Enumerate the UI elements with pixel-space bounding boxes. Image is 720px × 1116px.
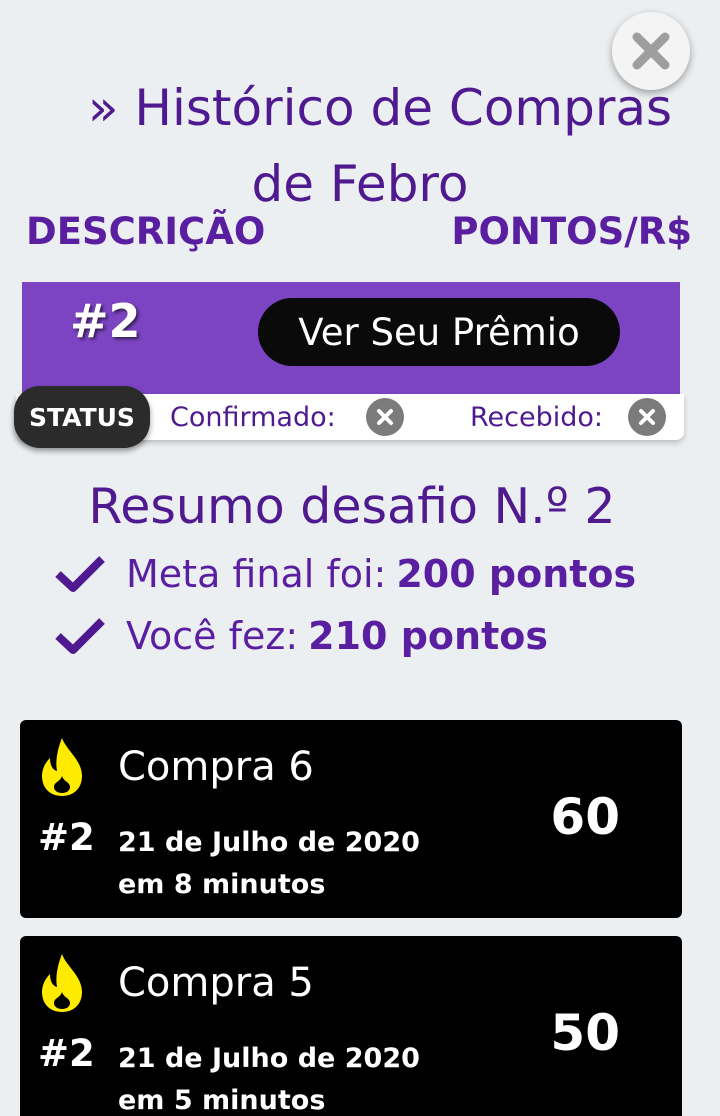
summary-done: Você fez: 210 pontos [54, 614, 548, 658]
purchase-date: 21 de Julho de 2020 em 8 minutos [118, 822, 420, 906]
confirmed-x-icon [366, 398, 404, 436]
flame-icon [42, 738, 82, 796]
page-title: » Histórico de Compras de Febro [0, 70, 720, 222]
purchase-points: 60 [550, 788, 620, 846]
purchase-time-text: em 8 minutos [118, 869, 326, 900]
done-value: 210 pontos [308, 614, 548, 658]
purchase-date-text: 21 de Julho de 2020 [118, 827, 420, 858]
view-prize-button[interactable]: Ver Seu Prêmio [258, 298, 620, 366]
purchase-time-text: em 5 minutos [118, 1085, 326, 1116]
purchase-hash: #2 [38, 816, 95, 859]
check-icon [55, 556, 105, 592]
purchase-item[interactable]: Compra 6 #2 21 de Julho de 2020 em 8 min… [20, 720, 682, 918]
flame-icon [42, 954, 82, 1012]
check-icon [55, 618, 105, 654]
confirmed-label: Confirmado: [170, 402, 336, 433]
summary-goal: Meta final foi: 200 pontos [54, 552, 636, 596]
purchase-points: 50 [550, 1004, 620, 1062]
purchase-date: 21 de Julho de 2020 em 5 minutos [118, 1038, 420, 1116]
close-icon [632, 32, 670, 70]
purchase-name: Compra 6 [118, 744, 314, 790]
done-label: Você fez: [126, 614, 299, 658]
received-label: Recebido: [470, 402, 604, 433]
column-header-description: DESCRIÇÃO [26, 210, 266, 253]
goal-label: Meta final foi: [126, 552, 387, 596]
column-header-points: PONTOS/R$ [451, 210, 692, 253]
goal-value: 200 pontos [396, 552, 637, 596]
prize-card: #2 Ver Seu Prêmio [22, 282, 680, 400]
received-x-icon [628, 398, 666, 436]
purchase-hash: #2 [38, 1032, 95, 1075]
status-badge: STATUS [14, 386, 150, 448]
title-line-1: » Histórico de Compras [87, 79, 673, 137]
purchase-name: Compra 5 [118, 960, 314, 1006]
purchase-date-text: 21 de Julho de 2020 [118, 1043, 420, 1074]
purchase-item[interactable]: Compra 5 #2 21 de Julho de 2020 em 5 min… [20, 936, 682, 1116]
summary-title: Resumo desafio N.º 2 [88, 478, 616, 535]
prize-number: #2 [70, 294, 141, 348]
